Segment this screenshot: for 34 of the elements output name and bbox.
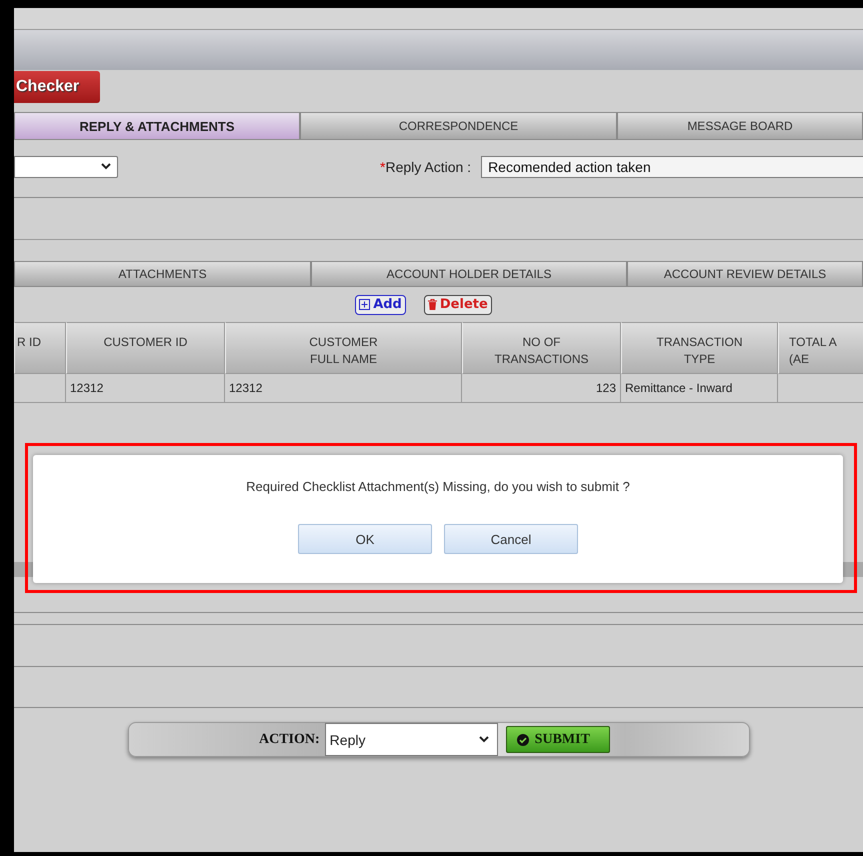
dropdown[interactable]	[14, 156, 118, 178]
action-dropdown[interactable]: Reply	[324, 723, 498, 756]
column-header: R ID	[14, 322, 66, 374]
table-cell	[14, 374, 66, 403]
add-button[interactable]: Add	[355, 294, 406, 314]
tab[interactable]: ACCOUNT HOLDER DETAILS	[311, 261, 627, 287]
table-cell: 123	[462, 374, 621, 403]
tab[interactable]: REPLY & ATTACHMENTS	[14, 112, 300, 140]
trash-icon	[428, 299, 437, 310]
cancel-button[interactable]: Cancel	[444, 524, 578, 554]
caret-icon	[101, 163, 111, 170]
tab[interactable]: ATTACHMENTS	[14, 261, 311, 287]
table-cell: Remittance - Inward	[621, 374, 778, 403]
ok-button[interactable]: OK	[298, 524, 432, 554]
action-label: ACTION:	[259, 732, 320, 748]
module-badge: Checker	[14, 71, 100, 103]
delete-button[interactable]: Delete	[424, 294, 492, 314]
reply-action-field[interactable]: Recomended action taken	[481, 156, 863, 178]
column-header: TRANSACTION TYPE	[621, 322, 778, 374]
dialog-message: Required Checklist Attachment(s) Missing, do you wish to submit ?	[246, 479, 630, 494]
plus-icon	[359, 299, 370, 310]
tab[interactable]: CORRESPONDENCE	[300, 112, 617, 140]
column-header: TOTAL A (AE	[778, 322, 863, 374]
submit-button[interactable]: SUBMIT	[506, 726, 610, 753]
caret-icon	[478, 736, 489, 743]
table-cell: 12312	[225, 374, 462, 403]
check-circle-icon	[516, 734, 529, 746]
column-header: CUSTOMER FULL NAME	[225, 322, 462, 374]
column-header: CUSTOMER ID	[66, 322, 225, 374]
table-cell: 12312	[66, 374, 225, 403]
tab[interactable]: ACCOUNT REVIEW DETAILS	[627, 261, 863, 287]
field-label: *Reply Action :	[380, 158, 472, 174]
tab[interactable]: MESSAGE BOARD	[617, 112, 863, 140]
column-header: NO OF TRANSACTIONS	[462, 322, 621, 374]
